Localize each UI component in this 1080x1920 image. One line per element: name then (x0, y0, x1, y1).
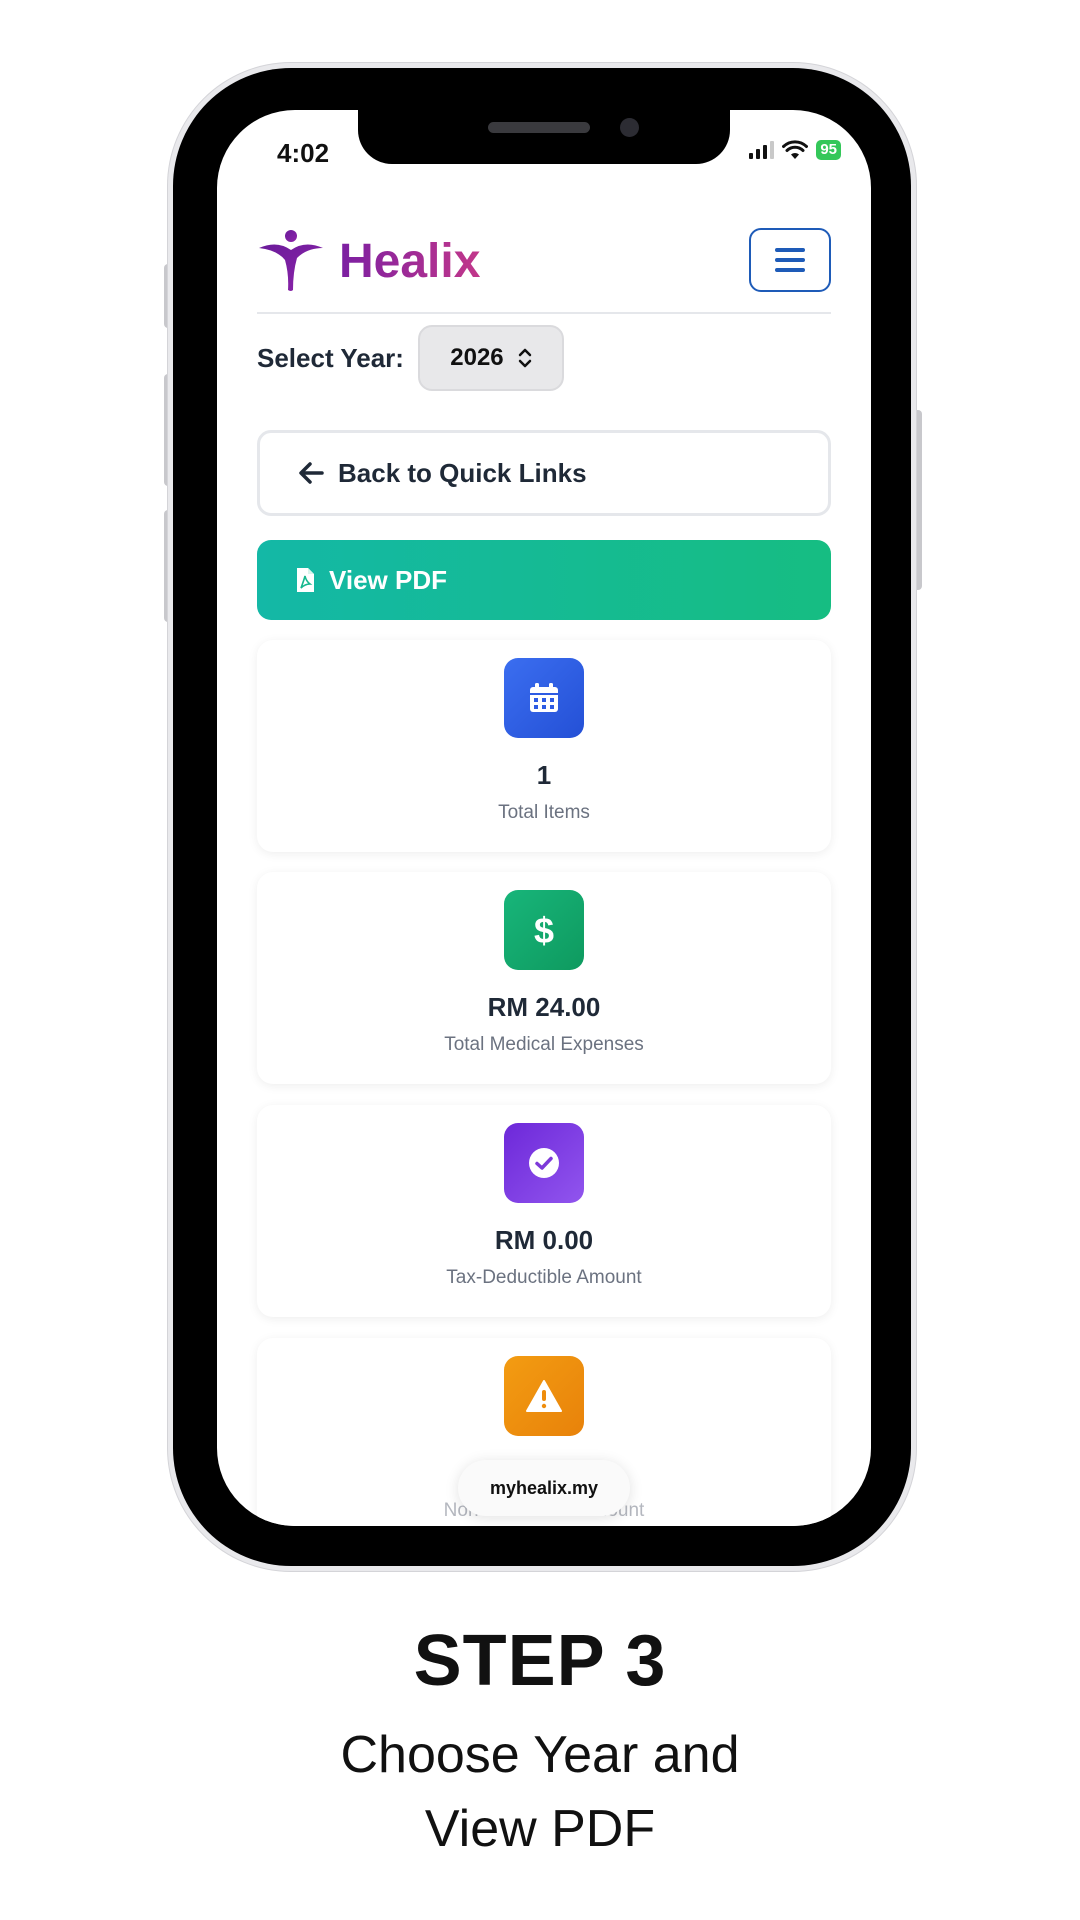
hamburger-menu-button[interactable] (749, 228, 831, 292)
step-title: STEP 3 (413, 1621, 667, 1701)
view-pdf-button[interactable]: View PDF (257, 540, 831, 620)
back-button-label: Back to Quick Links (338, 457, 587, 488)
battery-icon: 95 (816, 140, 841, 160)
app-name: Healix (339, 234, 481, 288)
file-pdf-icon (297, 568, 314, 592)
total-medical-expenses-card: $ RM 24.00 Total Medical Expenses (257, 872, 831, 1084)
tax-deductible-card: RM 0.00 Tax-Deductible Amount (257, 1105, 831, 1317)
signal-icon (749, 141, 775, 159)
total-items-value: 1 (536, 760, 552, 790)
medical-expenses-value: RM 24.00 (487, 992, 601, 1022)
arrow-left-icon (299, 462, 324, 484)
status-icons: 95 (749, 140, 841, 160)
step-subtitle-line1: Choose Year and (340, 1726, 740, 1784)
total-items-label: Total Items (498, 802, 590, 823)
check-circle-icon (504, 1123, 584, 1203)
svg-text:$: $ (534, 910, 554, 950)
status-time: 4:02 (277, 138, 330, 168)
dollar-icon: $ (504, 890, 584, 970)
year-selector-row: Select Year: 2026 (257, 325, 564, 391)
warning-icon (504, 1356, 584, 1436)
notch (358, 110, 730, 164)
healix-logo-icon (259, 230, 323, 291)
tax-deductible-label: Tax-Deductible Amount (446, 1267, 642, 1288)
camera (620, 118, 639, 137)
hamburger-icon (775, 248, 805, 252)
year-select[interactable]: 2026 (417, 325, 564, 391)
step-subtitle: Choose Year and View PDF (0, 1718, 1080, 1866)
back-to-quick-links-button[interactable]: Back to Quick Links (257, 430, 831, 516)
chevron-up-down-icon (518, 348, 531, 368)
total-items-card: 1 Total Items (257, 640, 831, 852)
step-subtitle-line2: View PDF (424, 1800, 656, 1858)
wifi-icon (782, 140, 809, 159)
year-value: 2026 (450, 344, 504, 371)
phone-screen: 4:02 95 Healix Select Year: 2026 Back to… (217, 110, 871, 1526)
year-label: Select Year: (257, 342, 404, 373)
calendar-icon (504, 658, 584, 738)
app-header: Healix (257, 218, 831, 314)
phone-power-button (912, 410, 922, 590)
speaker (488, 122, 590, 133)
tax-deductible-value: RM 0.00 (494, 1225, 594, 1255)
medical-expenses-label: Total Medical Expenses (444, 1034, 644, 1055)
browser-url-bar[interactable]: myhealix.my (458, 1460, 630, 1516)
view-pdf-label: View PDF (329, 564, 448, 595)
healix-logo[interactable]: Healix (257, 228, 480, 294)
